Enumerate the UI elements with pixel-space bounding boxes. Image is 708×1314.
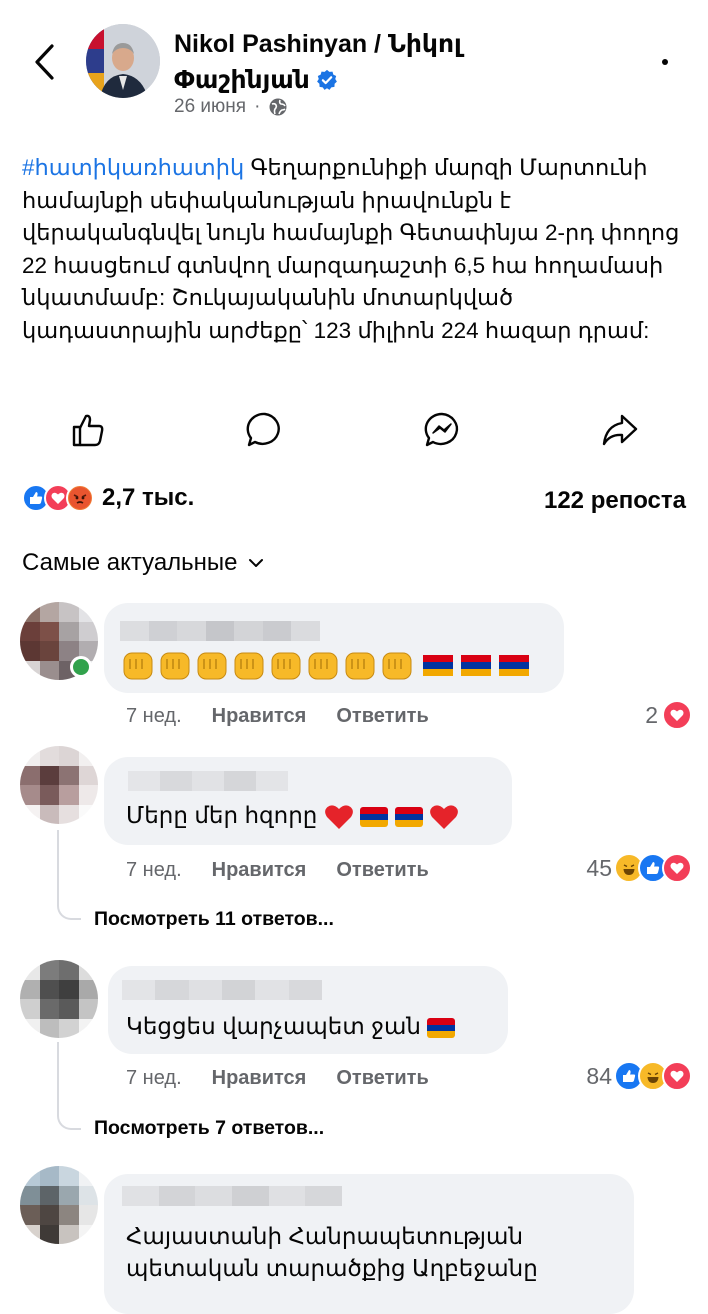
comment-reaction-number: 2 [645,701,658,728]
love-reaction-icon [662,1061,692,1091]
armenia-flag-emoji [394,806,423,827]
comment-text-line: պետական տարածքից Աղբեջանը [126,1255,538,1281]
comment-meta: 7 нед. Нравится Ответить [126,1067,429,1090]
pixelated-avatar [20,960,98,1038]
comment-text: Հայաստանի Հանրապետության պետական տարածքի… [126,1220,538,1284]
repost-count[interactable]: 122 репоста [544,487,686,515]
comment-avatar[interactable] [20,960,98,1038]
comment-text-row: Կեցցես վարչապետ ջան [126,1010,456,1042]
post-meta: 26 июня · [174,96,288,118]
post-date[interactable]: 26 июня [174,96,246,118]
comment-reaction-count[interactable]: 84 [586,1061,692,1091]
back-button[interactable] [26,40,62,84]
comment-sort-dropdown[interactable]: Самые актуальные [22,549,264,577]
comment-bubble[interactable]: Մերը մեր հզորը [104,757,512,845]
comment-bubble[interactable]: Հայաստանի Հանրապետության պետական տարածքի… [104,1174,634,1314]
sort-label: Самые актуальные [22,549,238,576]
comment-like-button[interactable]: Нравится [212,859,307,882]
chevron-left-icon [35,44,54,80]
meta-dot: · [254,96,261,117]
comment-text-row: Մերը մեր հզորը [126,799,459,831]
reply-thread-line [57,1042,81,1130]
page-avatar[interactable] [86,24,160,98]
view-replies-link[interactable]: Посмотреть 7 ответов... [94,1117,324,1140]
comment-button[interactable] [243,408,287,452]
love-reaction-icon [662,853,692,883]
comment-reaction-number: 45 [586,854,612,881]
comment-reply-button[interactable]: Ответить [336,705,428,728]
reaction-summary[interactable]: 2,7 тыс. [22,484,194,512]
online-status-dot [70,656,92,678]
messenger-send-button[interactable] [420,408,464,452]
comment-reaction-count[interactable]: 2 [645,700,692,730]
comment-reply-button[interactable]: Ответить [336,859,428,882]
messenger-icon [424,412,459,447]
post-hashtag[interactable]: #հատիկառհատիկ [22,155,244,180]
comment-reaction-count[interactable]: 45 [586,853,692,883]
comment-bubble[interactable]: Կեցցես վարչապետ ջան [108,966,508,1054]
comment-reply-button[interactable]: Ответить [336,1067,428,1090]
comment-icon [246,412,280,447]
comment-like-button[interactable]: Нравится [212,1067,307,1090]
post-body: Գեղարքունիքի մարզի Մարտունի համայնքի սեփ… [22,155,680,343]
pixelated-avatar [20,1166,98,1244]
blurred-author-name [128,771,288,791]
more-horizontal-icon [662,59,668,65]
post-text: #հատիկառհատիկ Գեղարքունիքի մարզի Մարտուն… [22,152,694,347]
share-button[interactable] [598,408,642,452]
armenia-flag-emoji [427,1017,456,1038]
blurred-author-name [122,980,322,1000]
comment-avatar[interactable] [20,1166,98,1244]
reply-thread-line [57,830,81,920]
comment-text-line: Հայաստանի Հանրապետության [126,1223,524,1249]
blurred-author-name [122,1186,343,1206]
comment-emoji-row [120,647,540,686]
view-replies-link[interactable]: Посмотреть 11 ответов... [94,908,334,931]
comment-text: Մերը մեր հզորը [126,802,318,828]
profile-photo [86,24,160,98]
verified-badge-icon [316,65,338,101]
comment-age[interactable]: 7 нед. [126,859,182,882]
red-heart-emoji [430,805,458,829]
like-button[interactable] [66,408,110,452]
angry-reaction-icon [66,484,94,512]
more-options-button[interactable] [640,48,690,76]
fist-and-flag-emojis [123,652,529,680]
pixelated-avatar [20,746,98,824]
comment-meta: 7 нед. Нравится Ответить [126,705,429,728]
love-reaction-icon [662,700,692,730]
blurred-author-name [120,621,321,641]
chevron-down-icon [248,559,263,567]
comment-avatar[interactable] [20,746,98,824]
comment-reaction-number: 84 [586,1062,612,1089]
share-icon [602,414,638,446]
comment-like-button[interactable]: Нравится [212,705,307,728]
comment-bubble[interactable] [104,603,564,693]
reaction-count: 2,7 тыс. [102,484,195,511]
armenia-flag-emoji [360,806,389,827]
page-name[interactable]: Nikol Pashinyan / Նիկոլ Փաշինյան [174,26,594,101]
like-icon [72,414,104,447]
comment-text: Կեցցես վարչապետ ջան [126,1013,421,1039]
red-heart-emoji [324,805,353,829]
comment-age[interactable]: 7 нед. [126,705,182,728]
comment-meta: 7 нед. Нравится Ответить [126,859,429,882]
comment-age[interactable]: 7 нед. [126,1067,182,1090]
globe-icon [269,98,287,116]
